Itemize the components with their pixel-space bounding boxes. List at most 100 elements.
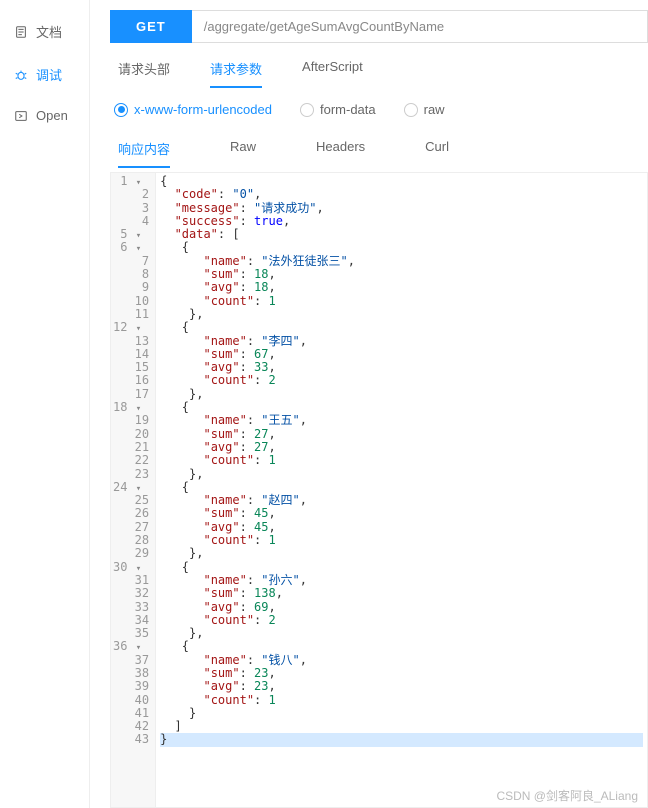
line-number: 43 [113, 733, 149, 746]
fold-icon[interactable]: ▾ [136, 643, 141, 653]
fold-icon[interactable]: ▾ [136, 244, 141, 254]
code-line: "count": 2 [160, 614, 647, 627]
open-icon [14, 109, 28, 123]
line-number: 17 [113, 388, 149, 401]
sidebar-label: 文档 [36, 22, 62, 41]
line-number: 25 [113, 494, 149, 507]
fold-icon[interactable]: ▾ [136, 324, 141, 334]
code-line: "count": 1 [160, 694, 647, 707]
line-number: 31 [113, 574, 149, 587]
url-row: GET /aggregate/getAgeSumAvgCountByName [110, 10, 648, 43]
main-panel: GET /aggregate/getAgeSumAvgCountByName 请… [90, 0, 648, 808]
code-line: "name": "孙六", [160, 574, 647, 587]
line-number: 36 ▾ [113, 640, 149, 653]
code-line: } [160, 733, 643, 746]
radio-label: x-www-form-urlencoded [134, 102, 272, 117]
code-line: "sum": 27, [160, 428, 647, 441]
code-line: "avg": 27, [160, 441, 647, 454]
code-line: }, [160, 627, 647, 640]
line-number: 27 [113, 521, 149, 534]
line-number: 30 ▾ [113, 561, 149, 574]
code-line: { [160, 481, 647, 494]
code-line: "success": true, [160, 215, 647, 228]
line-number: 1 ▾ [113, 175, 149, 188]
line-number: 7 [113, 255, 149, 268]
code-line: { [160, 175, 647, 188]
line-number: 20 [113, 428, 149, 441]
code-line: "avg": 23, [160, 680, 647, 693]
code-line: }, [160, 547, 647, 560]
code-line: ] [160, 720, 647, 733]
line-number: 15 [113, 361, 149, 374]
line-number: 2 [113, 188, 149, 201]
line-number: 3 [113, 202, 149, 215]
code-line: "count": 2 [160, 374, 647, 387]
code-line: }, [160, 308, 647, 321]
url-input[interactable]: /aggregate/getAgeSumAvgCountByName [192, 10, 648, 43]
line-number: 16 [113, 374, 149, 387]
line-number: 19 [113, 414, 149, 427]
line-number: 12 ▾ [113, 321, 149, 334]
code-line: "name": "李四", [160, 335, 647, 348]
line-number: 38 [113, 667, 149, 680]
code-line: "avg": 33, [160, 361, 647, 374]
radio-label: form-data [320, 102, 376, 117]
line-number: 5 ▾ [113, 228, 149, 241]
code-line: { [160, 321, 647, 334]
response-tab[interactable]: 响应内容 [118, 139, 170, 168]
code-line: "sum": 23, [160, 667, 647, 680]
line-number: 33 [113, 601, 149, 614]
response-tab[interactable]: Headers [316, 139, 365, 168]
sidebar-item-doc[interactable]: 文档 [0, 10, 89, 53]
doc-icon [14, 25, 28, 39]
code-line: "code": "0", [160, 188, 647, 201]
body-type-option[interactable]: raw [404, 102, 445, 117]
request-tab[interactable]: 请求头部 [118, 59, 170, 88]
sidebar-item-bug[interactable]: 调试 [0, 53, 89, 96]
line-number: 34 [113, 614, 149, 627]
body-type-option[interactable]: x-www-form-urlencoded [114, 102, 272, 117]
http-method-button[interactable]: GET [110, 10, 192, 43]
response-code-area: 1 ▾2345 ▾6 ▾789101112 ▾131415161718 ▾192… [110, 172, 648, 808]
response-tab[interactable]: Curl [425, 139, 449, 168]
line-number: 4 [113, 215, 149, 228]
body-type-radios: x-www-form-urlencoded form-data raw [114, 102, 648, 117]
fold-icon[interactable]: ▾ [136, 231, 141, 241]
code-line: "sum": 45, [160, 507, 647, 520]
line-number: 22 [113, 454, 149, 467]
response-tabs: 响应内容 Raw Headers Curl [118, 139, 648, 168]
code-line: "avg": 18, [160, 281, 647, 294]
line-number: 42 [113, 720, 149, 733]
line-number: 32 [113, 587, 149, 600]
bug-icon [14, 68, 28, 82]
fold-icon[interactable]: ▾ [136, 178, 141, 188]
line-number: 11 [113, 308, 149, 321]
request-tab[interactable]: AfterScript [302, 59, 363, 88]
line-number: 10 [113, 295, 149, 308]
sidebar-label: Open [36, 108, 68, 123]
line-number: 37 [113, 654, 149, 667]
sidebar: 文档调试 Open [0, 0, 90, 808]
code-line: { [160, 401, 647, 414]
response-tab[interactable]: Raw [230, 139, 256, 168]
line-number: 6 ▾ [113, 241, 149, 254]
line-number: 14 [113, 348, 149, 361]
code-content[interactable]: { "code": "0", "message": "请求成功", "succe… [156, 173, 647, 807]
line-number: 13 [113, 335, 149, 348]
sidebar-label: 调试 [36, 65, 62, 84]
line-number: 28 [113, 534, 149, 547]
code-line: } [160, 707, 647, 720]
code-line: "name": "法外狂徒张三", [160, 255, 647, 268]
code-line: "count": 1 [160, 534, 647, 547]
line-number: 9 [113, 281, 149, 294]
code-line: "sum": 138, [160, 587, 647, 600]
code-line: "name": "王五", [160, 414, 647, 427]
radio-icon [300, 103, 314, 117]
body-type-option[interactable]: form-data [300, 102, 376, 117]
line-number: 29 [113, 547, 149, 560]
sidebar-item-open[interactable]: Open [0, 96, 89, 135]
line-number: 41 [113, 707, 149, 720]
request-tab[interactable]: 请求参数 [210, 59, 262, 88]
code-line: { [160, 640, 647, 653]
code-line: "name": "赵四", [160, 494, 647, 507]
